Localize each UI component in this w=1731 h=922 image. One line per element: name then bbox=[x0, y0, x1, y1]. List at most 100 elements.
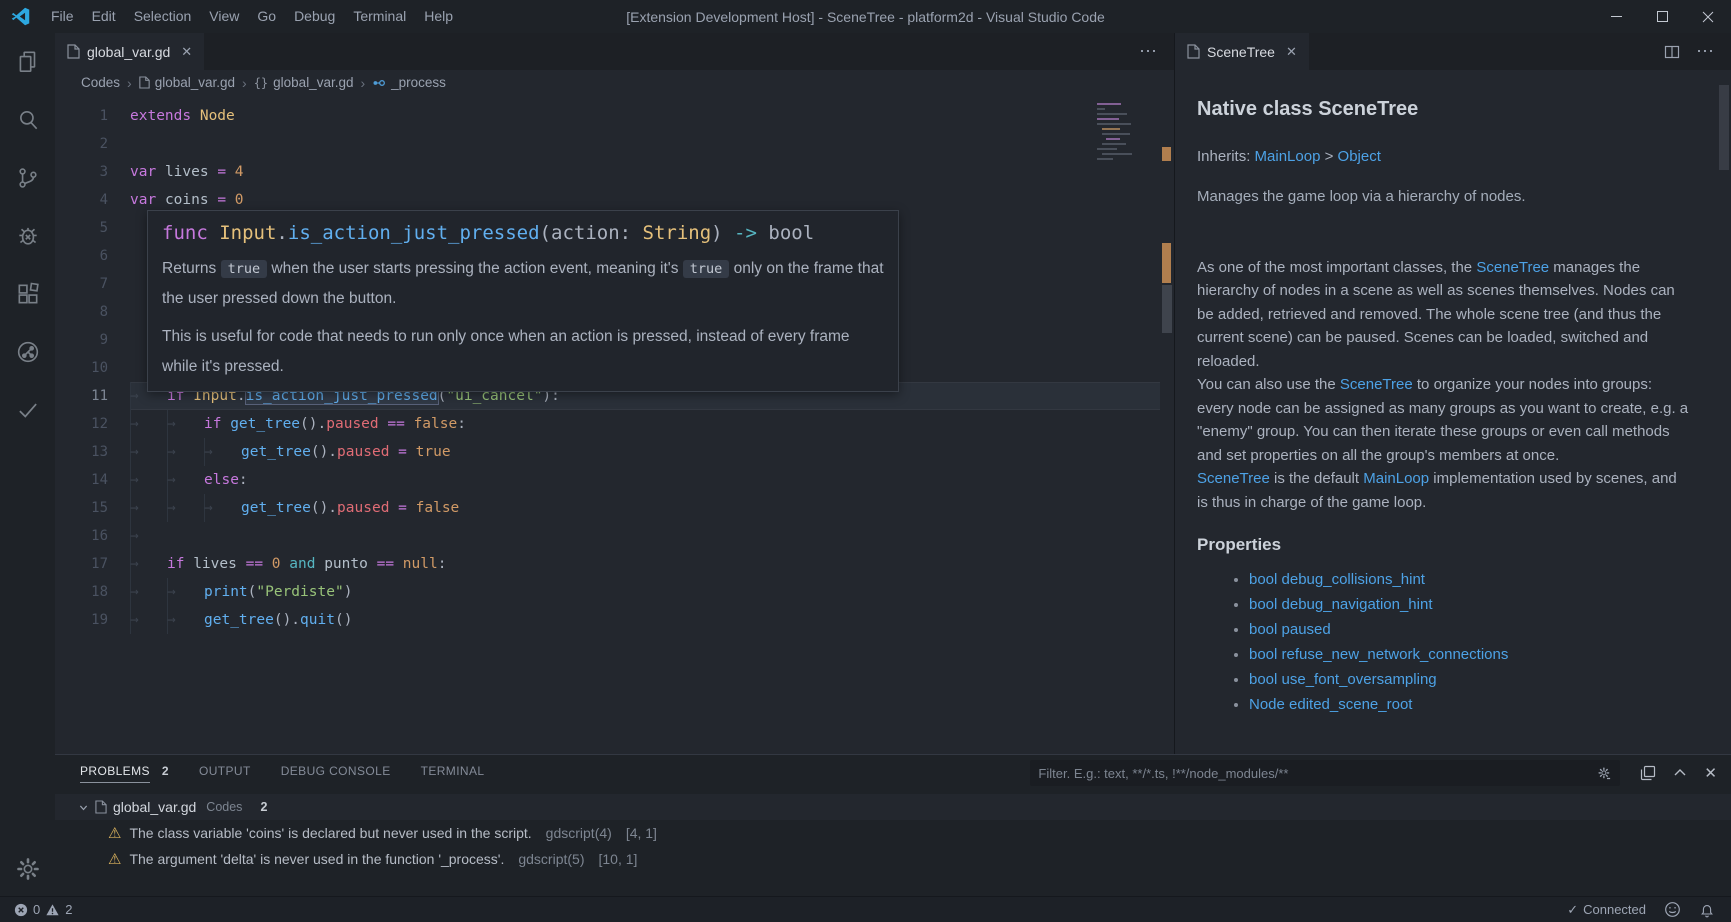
panel-tab-debug-console[interactable]: DEBUG CONSOLE bbox=[281, 764, 391, 782]
line-number[interactable]: 12 bbox=[55, 410, 108, 438]
minimap[interactable] bbox=[1094, 100, 1140, 166]
line-number[interactable]: 19 bbox=[55, 606, 108, 634]
code-line[interactable]: 15→→→get_tree().paused = false bbox=[55, 494, 1174, 522]
menu-terminal[interactable]: Terminal bbox=[344, 0, 415, 33]
line-number[interactable]: 2 bbox=[55, 130, 108, 158]
line-number[interactable]: 9 bbox=[55, 326, 108, 354]
line-number[interactable]: 11 bbox=[55, 382, 108, 410]
breadcrumb-file[interactable]: global_var.gd bbox=[139, 75, 235, 90]
line-number[interactable]: 16 bbox=[55, 522, 108, 550]
scrollbar-thumb[interactable] bbox=[1162, 285, 1172, 333]
code-line[interactable]: 18→→print("Perdiste") bbox=[55, 578, 1174, 606]
menu-go[interactable]: Go bbox=[248, 0, 285, 33]
close-window-icon[interactable] bbox=[1685, 0, 1731, 33]
editor-more-actions-icon[interactable]: ⋯ bbox=[1139, 41, 1158, 62]
line-number[interactable]: 18 bbox=[55, 578, 108, 606]
problems-file-group[interactable]: global_var.gd Codes 2 bbox=[55, 794, 1731, 820]
line-number[interactable]: 5 bbox=[55, 214, 108, 242]
code-line[interactable]: 17→if lives == 0 and punto == null: bbox=[55, 550, 1174, 578]
doc-link[interactable]: SceneTree bbox=[1476, 259, 1549, 276]
doc-link[interactable]: MainLoop bbox=[1255, 148, 1321, 165]
chevron-down-icon bbox=[78, 802, 89, 813]
hover-description: This is useful for code that needs to ru… bbox=[162, 322, 884, 382]
menu-edit[interactable]: Edit bbox=[83, 0, 125, 33]
line-number[interactable]: 15 bbox=[55, 494, 108, 522]
tab-global-var[interactable]: global_var.gd ✕ bbox=[55, 33, 204, 70]
breadcrumb-folder[interactable]: Codes bbox=[81, 75, 120, 90]
line-number[interactable]: 4 bbox=[55, 186, 108, 214]
search-icon[interactable] bbox=[0, 91, 55, 149]
line-number[interactable]: 17 bbox=[55, 550, 108, 578]
breadcrumb-method[interactable]: _process bbox=[372, 75, 446, 90]
line-number[interactable]: 8 bbox=[55, 298, 108, 326]
doc-link[interactable]: MainLoop bbox=[1363, 470, 1429, 487]
line-number[interactable]: 10 bbox=[55, 354, 108, 382]
panel-tab-output[interactable]: OUTPUT bbox=[199, 764, 251, 782]
code-line[interactable]: 16→ bbox=[55, 522, 1174, 550]
line-number[interactable]: 14 bbox=[55, 466, 108, 494]
method-symbol-icon bbox=[372, 76, 386, 90]
code-line[interactable]: 2 bbox=[55, 130, 1174, 158]
menu-bar: File Edit Selection View Go Debug Termin… bbox=[42, 0, 462, 33]
close-panel-icon[interactable]: ✕ bbox=[1704, 764, 1717, 782]
testing-icon[interactable] bbox=[0, 381, 55, 439]
code-editor[interactable]: 1extends Node23var lives = 44var coins =… bbox=[55, 95, 1174, 754]
doc-link[interactable]: SceneTree bbox=[1197, 470, 1270, 487]
feedback-smiley-icon[interactable] bbox=[1664, 901, 1681, 918]
hover-description: Returns true when the user starts pressi… bbox=[162, 254, 884, 314]
notifications-bell-icon[interactable] bbox=[1699, 902, 1715, 918]
breadcrumb-symbol-file[interactable]: {} global_var.gd bbox=[254, 75, 354, 90]
tab-scenetree[interactable]: SceneTree ✕ bbox=[1175, 33, 1309, 70]
menu-debug[interactable]: Debug bbox=[285, 0, 344, 33]
code-line[interactable]: 19→→get_tree().quit() bbox=[55, 606, 1174, 634]
remote-status[interactable]: ✓ Connected bbox=[1567, 902, 1646, 918]
maximize-panel-icon[interactable] bbox=[1673, 766, 1687, 780]
maximize-icon[interactable] bbox=[1639, 0, 1685, 33]
doc-link[interactable]: SceneTree bbox=[1340, 376, 1413, 393]
close-tab-icon[interactable]: ✕ bbox=[1286, 44, 1297, 60]
code-line[interactable]: 13→→→get_tree().paused = true bbox=[55, 438, 1174, 466]
code-line[interactable]: 3var lives = 4 bbox=[55, 158, 1174, 186]
problem-row[interactable]: ⚠ The class variable 'coins' is declared… bbox=[55, 820, 1731, 846]
panel-layout-icon[interactable] bbox=[1640, 765, 1656, 781]
line-number[interactable]: 3 bbox=[55, 158, 108, 186]
problems-status[interactable]: 0 2 bbox=[14, 902, 72, 917]
filter-input[interactable] bbox=[1038, 766, 1597, 781]
scrollbar-thumb[interactable] bbox=[1719, 85, 1729, 170]
explorer-icon[interactable] bbox=[0, 33, 55, 91]
panel-tab-terminal[interactable]: TERMINAL bbox=[421, 764, 485, 782]
doc-link[interactable]: Object bbox=[1338, 148, 1381, 165]
doc-inherits: Inherits: MainLoop > Object bbox=[1197, 145, 1689, 168]
bottom-panel: PROBLEMS 2 OUTPUT DEBUG CONSOLE TERMINAL… bbox=[55, 754, 1731, 896]
doc-more-actions-icon[interactable]: ⋯ bbox=[1696, 41, 1715, 62]
menu-help[interactable]: Help bbox=[415, 0, 462, 33]
menu-file[interactable]: File bbox=[42, 0, 83, 33]
warning-icon: ⚠ bbox=[108, 852, 121, 867]
tab-label: SceneTree bbox=[1207, 44, 1275, 60]
line-number[interactable]: 13 bbox=[55, 438, 108, 466]
hover-tooltip: func Input.is_action_just_pressed(action… bbox=[147, 210, 899, 392]
code-line[interactable]: 12→→if get_tree().paused == false: bbox=[55, 410, 1174, 438]
overview-ruler[interactable] bbox=[1160, 95, 1174, 754]
extensions-icon[interactable] bbox=[0, 265, 55, 323]
references-icon[interactable] bbox=[0, 323, 55, 381]
problem-row[interactable]: ⚠ The argument 'delta' is never used in … bbox=[55, 846, 1731, 872]
menu-view[interactable]: View bbox=[200, 0, 248, 33]
menu-selection[interactable]: Selection bbox=[125, 0, 201, 33]
line-number[interactable]: 7 bbox=[55, 270, 108, 298]
minimize-icon[interactable] bbox=[1593, 0, 1639, 33]
settings-gear-icon[interactable] bbox=[0, 856, 55, 882]
filter-icon[interactable] bbox=[1597, 766, 1612, 781]
panel-tab-problems[interactable]: PROBLEMS 2 bbox=[80, 764, 169, 783]
run-debug-icon[interactable] bbox=[0, 207, 55, 265]
braces-icon: {} bbox=[254, 76, 268, 90]
line-number[interactable]: 1 bbox=[55, 102, 108, 130]
source-control-icon[interactable] bbox=[0, 149, 55, 207]
split-editor-icon[interactable] bbox=[1664, 44, 1680, 60]
overview-marker bbox=[1162, 243, 1171, 283]
code-line[interactable]: 14→→else: bbox=[55, 466, 1174, 494]
line-number[interactable]: 6 bbox=[55, 242, 108, 270]
close-tab-icon[interactable]: ✕ bbox=[181, 44, 192, 60]
doc-properties-heading: Properties bbox=[1197, 534, 1689, 556]
code-line[interactable]: 1extends Node bbox=[55, 102, 1174, 130]
